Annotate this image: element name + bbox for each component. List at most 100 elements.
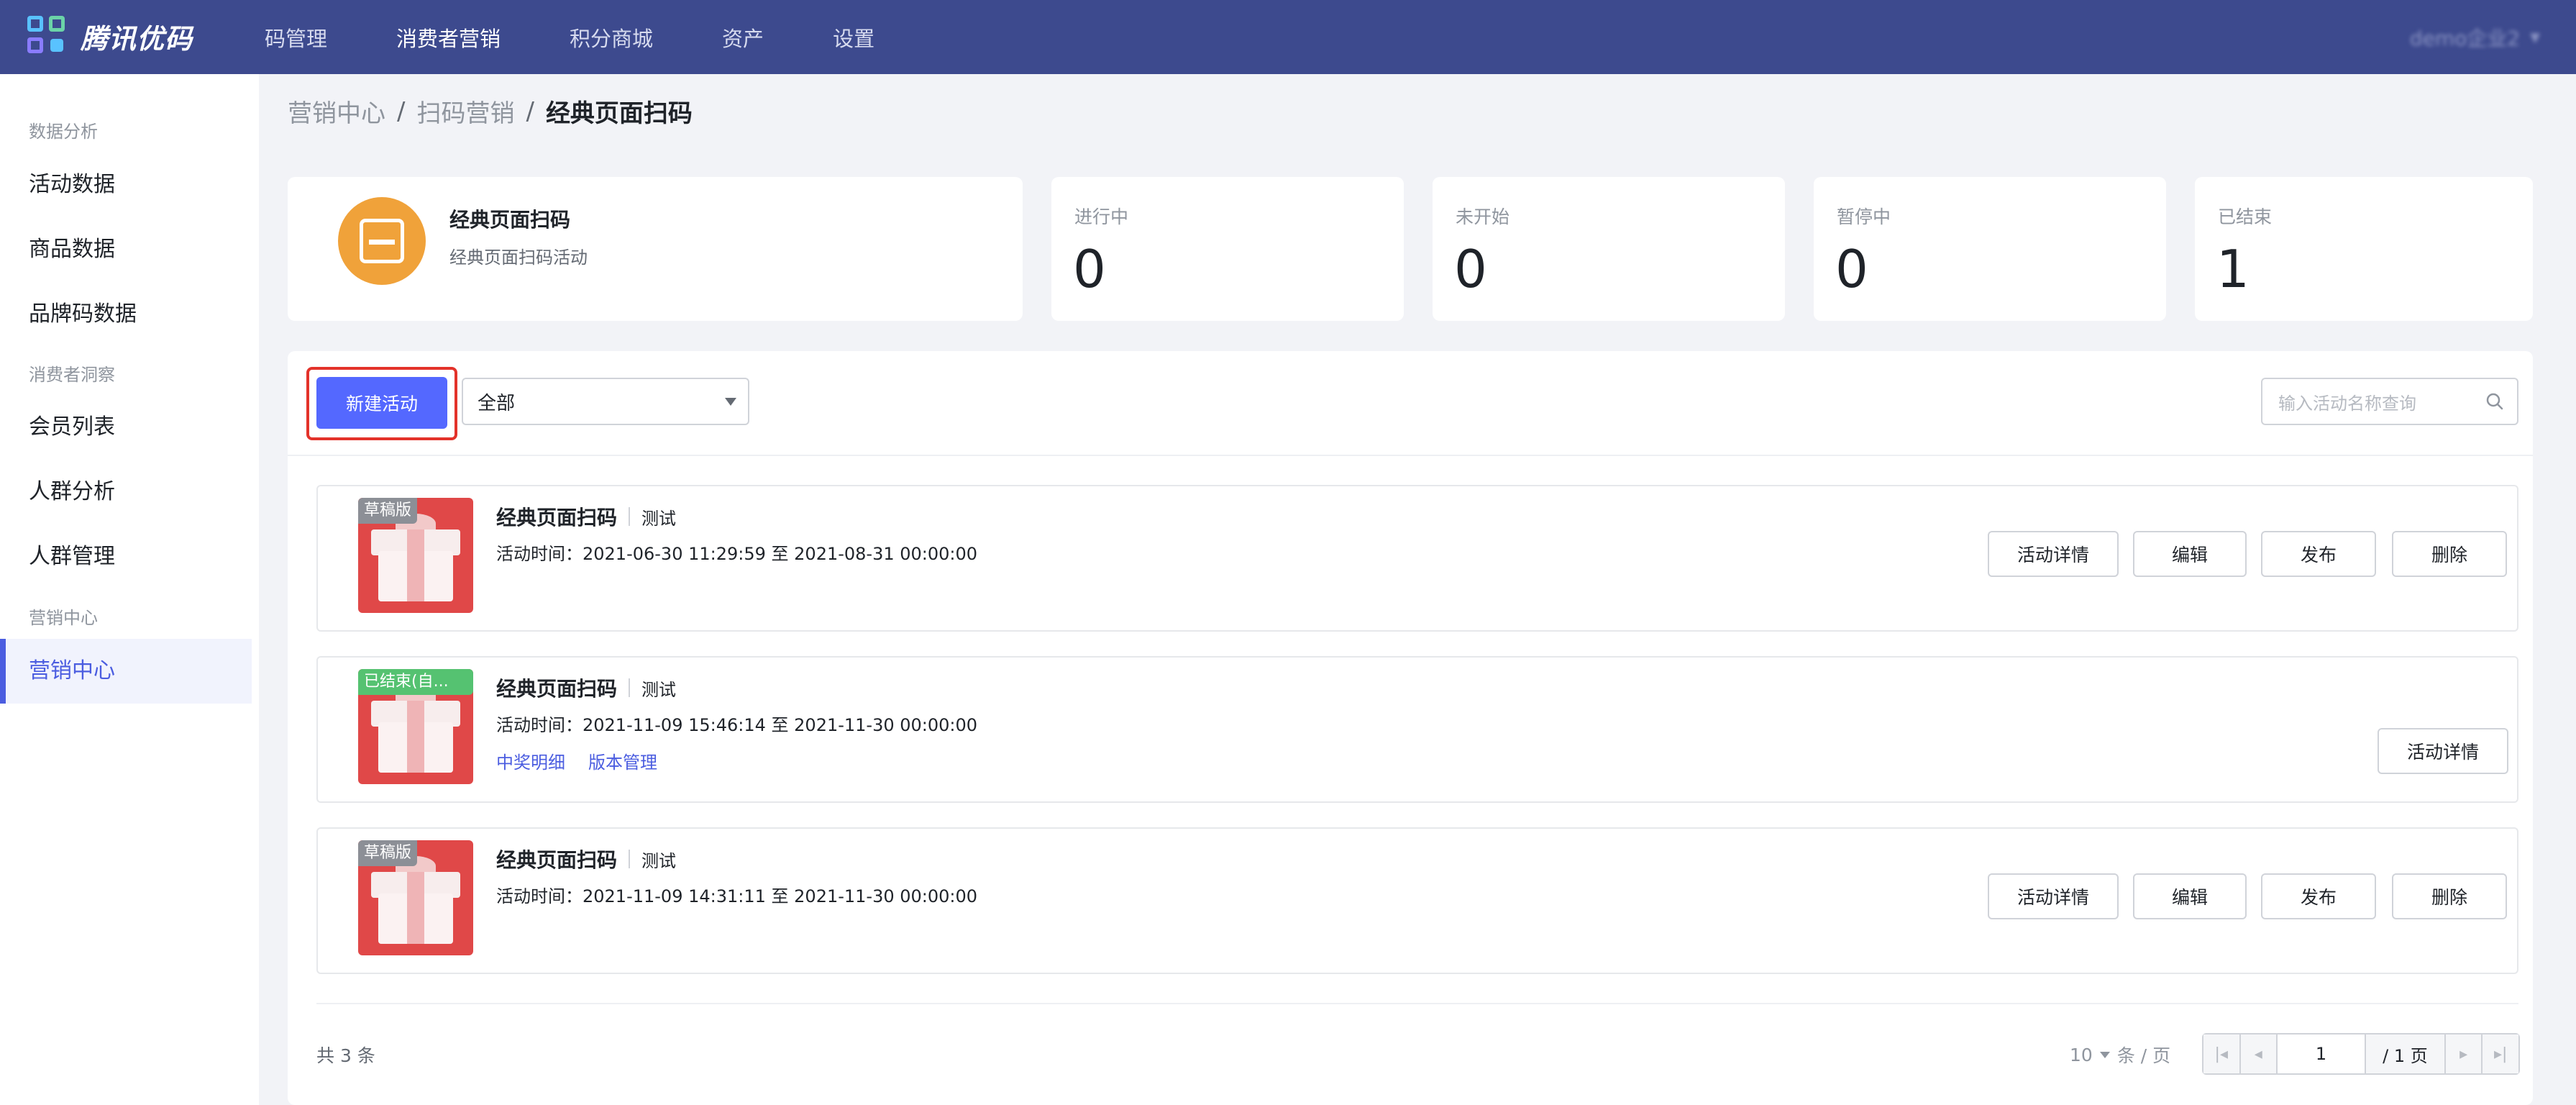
intro-title: 经典页面扫码 xyxy=(449,208,571,232)
activity-item: 已结束(自... 经典页面扫码 测试 活动时间：2021-11-09 15:46… xyxy=(316,656,2518,803)
app-name: 腾讯优码 xyxy=(81,22,193,55)
stat-value: 0 xyxy=(1073,239,1106,299)
page-number-input[interactable]: 1 xyxy=(2278,1034,2366,1073)
page-size-select[interactable]: 10 条 / 页 xyxy=(2070,1042,2170,1068)
prev-page-icon[interactable]: ◂ xyxy=(2240,1034,2278,1073)
activity-thumbnail[interactable]: 草稿版 xyxy=(358,840,473,955)
activity-item: 草稿版 经典页面扫码 测试 活动时间：2021-06-30 11:29:59 至… xyxy=(316,485,2518,632)
total-pages: / 1 页 xyxy=(2365,1034,2444,1073)
main-nav: 码管理 消费者营销 积分商城 资产 设置 xyxy=(265,0,944,74)
activity-title-row: 经典页面扫码 测试 xyxy=(496,502,676,531)
status-badge: 已结束(自... xyxy=(358,669,473,695)
publish-button[interactable]: 发布 xyxy=(2261,873,2376,919)
activity-search-input[interactable]: 输入活动名称查询 xyxy=(2261,378,2518,425)
nav-item-settings[interactable]: 设置 xyxy=(833,22,874,53)
breadcrumb-item[interactable]: 扫码营销 xyxy=(416,94,514,129)
delete-button[interactable]: 删除 xyxy=(2392,873,2507,919)
sidebar-item-marketing-center[interactable]: 营销中心 xyxy=(0,639,252,704)
caret-down-icon xyxy=(2099,1051,2110,1058)
nav-item-assets[interactable]: 资产 xyxy=(722,22,764,53)
activity-title: 经典页面扫码 xyxy=(496,506,618,529)
activity-title: 经典页面扫码 xyxy=(496,848,618,872)
activity-tag: 测试 xyxy=(641,679,677,700)
app-logo[interactable]: 腾讯优码 xyxy=(27,14,193,58)
activity-links: 中奖明细 版本管理 xyxy=(496,748,680,773)
activity-thumbnail[interactable]: 已结束(自... xyxy=(358,669,473,784)
breadcrumb-separator: / xyxy=(397,96,406,126)
divider xyxy=(629,850,631,868)
first-page-icon[interactable]: |◂ xyxy=(2203,1034,2241,1073)
divider xyxy=(288,455,2533,456)
sidebar-item-activity-data[interactable]: 活动数据 xyxy=(0,153,252,217)
next-page-icon[interactable]: ▸ xyxy=(2444,1034,2482,1073)
gift-icon xyxy=(407,701,424,773)
publish-button[interactable]: 发布 xyxy=(2261,531,2376,577)
breadcrumb-current: 经典页面扫码 xyxy=(545,99,693,128)
stat-label: 暂停中 xyxy=(1837,206,1891,227)
sidebar-group-label: 营销中心 xyxy=(29,608,98,628)
search-placeholder: 输入活动名称查询 xyxy=(2278,393,2416,414)
stat-card-not-started: 未开始 0 xyxy=(1433,177,1785,321)
intro-subtitle: 经典页面扫码活动 xyxy=(449,247,588,268)
divider xyxy=(629,678,631,697)
sidebar-item-product-data[interactable]: 商品数据 xyxy=(0,217,252,282)
divider xyxy=(316,1003,2518,1004)
new-activity-button[interactable]: 新建活动 xyxy=(316,377,447,429)
sidebar-item-brand-code-data[interactable]: 品牌码数据 xyxy=(0,282,252,347)
chevron-down-icon: ▼ xyxy=(2530,29,2540,45)
caret-down-icon xyxy=(725,398,736,406)
activity-details-button[interactable]: 活动详情 xyxy=(2378,728,2508,774)
stat-value: 0 xyxy=(1454,239,1487,299)
winning-details-link[interactable]: 中奖明细 xyxy=(496,748,565,773)
sidebar-item-crowd-management[interactable]: 人群管理 xyxy=(0,524,252,589)
top-navbar: 腾讯优码 码管理 消费者营销 积分商城 资产 设置 demo企业2 ▼ xyxy=(0,0,2576,74)
activity-tag: 测试 xyxy=(641,508,677,529)
sidebar: 数据分析 活动数据 商品数据 品牌码数据 消费者洞察 会员列表 人群分析 人群管… xyxy=(0,74,259,1105)
user-menu[interactable]: demo企业2 ▼ xyxy=(2410,23,2540,52)
gift-icon xyxy=(407,872,424,944)
sidebar-item-crowd-analysis[interactable]: 人群分析 xyxy=(0,460,252,524)
search-icon[interactable] xyxy=(2485,392,2504,411)
sidebar-item-member-list[interactable]: 会员列表 xyxy=(0,395,252,460)
sidebar-group-label: 数据分析 xyxy=(29,122,98,142)
activity-title-row: 经典页面扫码 测试 xyxy=(496,845,676,873)
user-name: demo企业2 xyxy=(2409,27,2521,50)
activity-details-button[interactable]: 活动详情 xyxy=(1988,531,2119,577)
nav-item-points-mall[interactable]: 积分商城 xyxy=(570,22,653,53)
edit-button[interactable]: 编辑 xyxy=(2133,873,2247,919)
version-management-link[interactable]: 版本管理 xyxy=(588,748,657,773)
stat-card-paused: 暂停中 0 xyxy=(1814,177,2166,321)
breadcrumb-separator: / xyxy=(526,96,534,126)
nav-item-code-management[interactable]: 码管理 xyxy=(265,22,327,53)
activity-title-row: 经典页面扫码 测试 xyxy=(496,673,676,702)
activity-thumbnail[interactable]: 草稿版 xyxy=(358,498,473,613)
page-size-value: 10 xyxy=(2070,1044,2093,1065)
divider xyxy=(629,507,631,526)
breadcrumb-item[interactable]: 营销中心 xyxy=(288,94,385,129)
nav-item-consumer-marketing[interactable]: 消费者营销 xyxy=(396,22,501,53)
stat-card-ongoing: 进行中 0 xyxy=(1051,177,1404,321)
activity-tag: 测试 xyxy=(641,850,677,871)
stat-value: 1 xyxy=(2216,239,2250,299)
edit-button[interactable]: 编辑 xyxy=(2133,531,2247,577)
page-size-unit: 条 / 页 xyxy=(2116,1045,2171,1066)
activity-details-button[interactable]: 活动详情 xyxy=(1988,873,2119,919)
activity-item: 草稿版 经典页面扫码 测试 活动时间：2021-11-09 14:31:11 至… xyxy=(316,827,2518,974)
stat-label: 进行中 xyxy=(1074,206,1129,227)
activity-time: 活动时间：2021-11-09 14:31:11 至 2021-11-30 00… xyxy=(496,886,978,906)
pagination: |◂ ◂ 1 / 1 页 ▸ ▸| xyxy=(2202,1033,2520,1075)
intro-card: 经典页面扫码 经典页面扫码活动 xyxy=(288,177,1023,321)
stat-value: 0 xyxy=(1835,239,1868,299)
status-badge: 草稿版 xyxy=(358,840,418,866)
breadcrumb: 营销中心 / 扫码营销 / 经典页面扫码 xyxy=(288,94,693,129)
stat-label: 已结束 xyxy=(2218,206,2273,227)
activity-time: 活动时间：2021-11-09 15:46:14 至 2021-11-30 00… xyxy=(496,715,978,735)
status-filter-value: 全部 xyxy=(478,392,516,414)
status-filter-select[interactable]: 全部 xyxy=(462,378,749,425)
stat-label: 未开始 xyxy=(1456,206,1510,227)
delete-button[interactable]: 删除 xyxy=(2392,531,2507,577)
total-count: 共 3 条 xyxy=(316,1045,375,1066)
sidebar-group-label: 消费者洞察 xyxy=(29,365,115,385)
last-page-icon[interactable]: ▸| xyxy=(2481,1034,2518,1073)
scan-page-icon xyxy=(338,197,426,285)
